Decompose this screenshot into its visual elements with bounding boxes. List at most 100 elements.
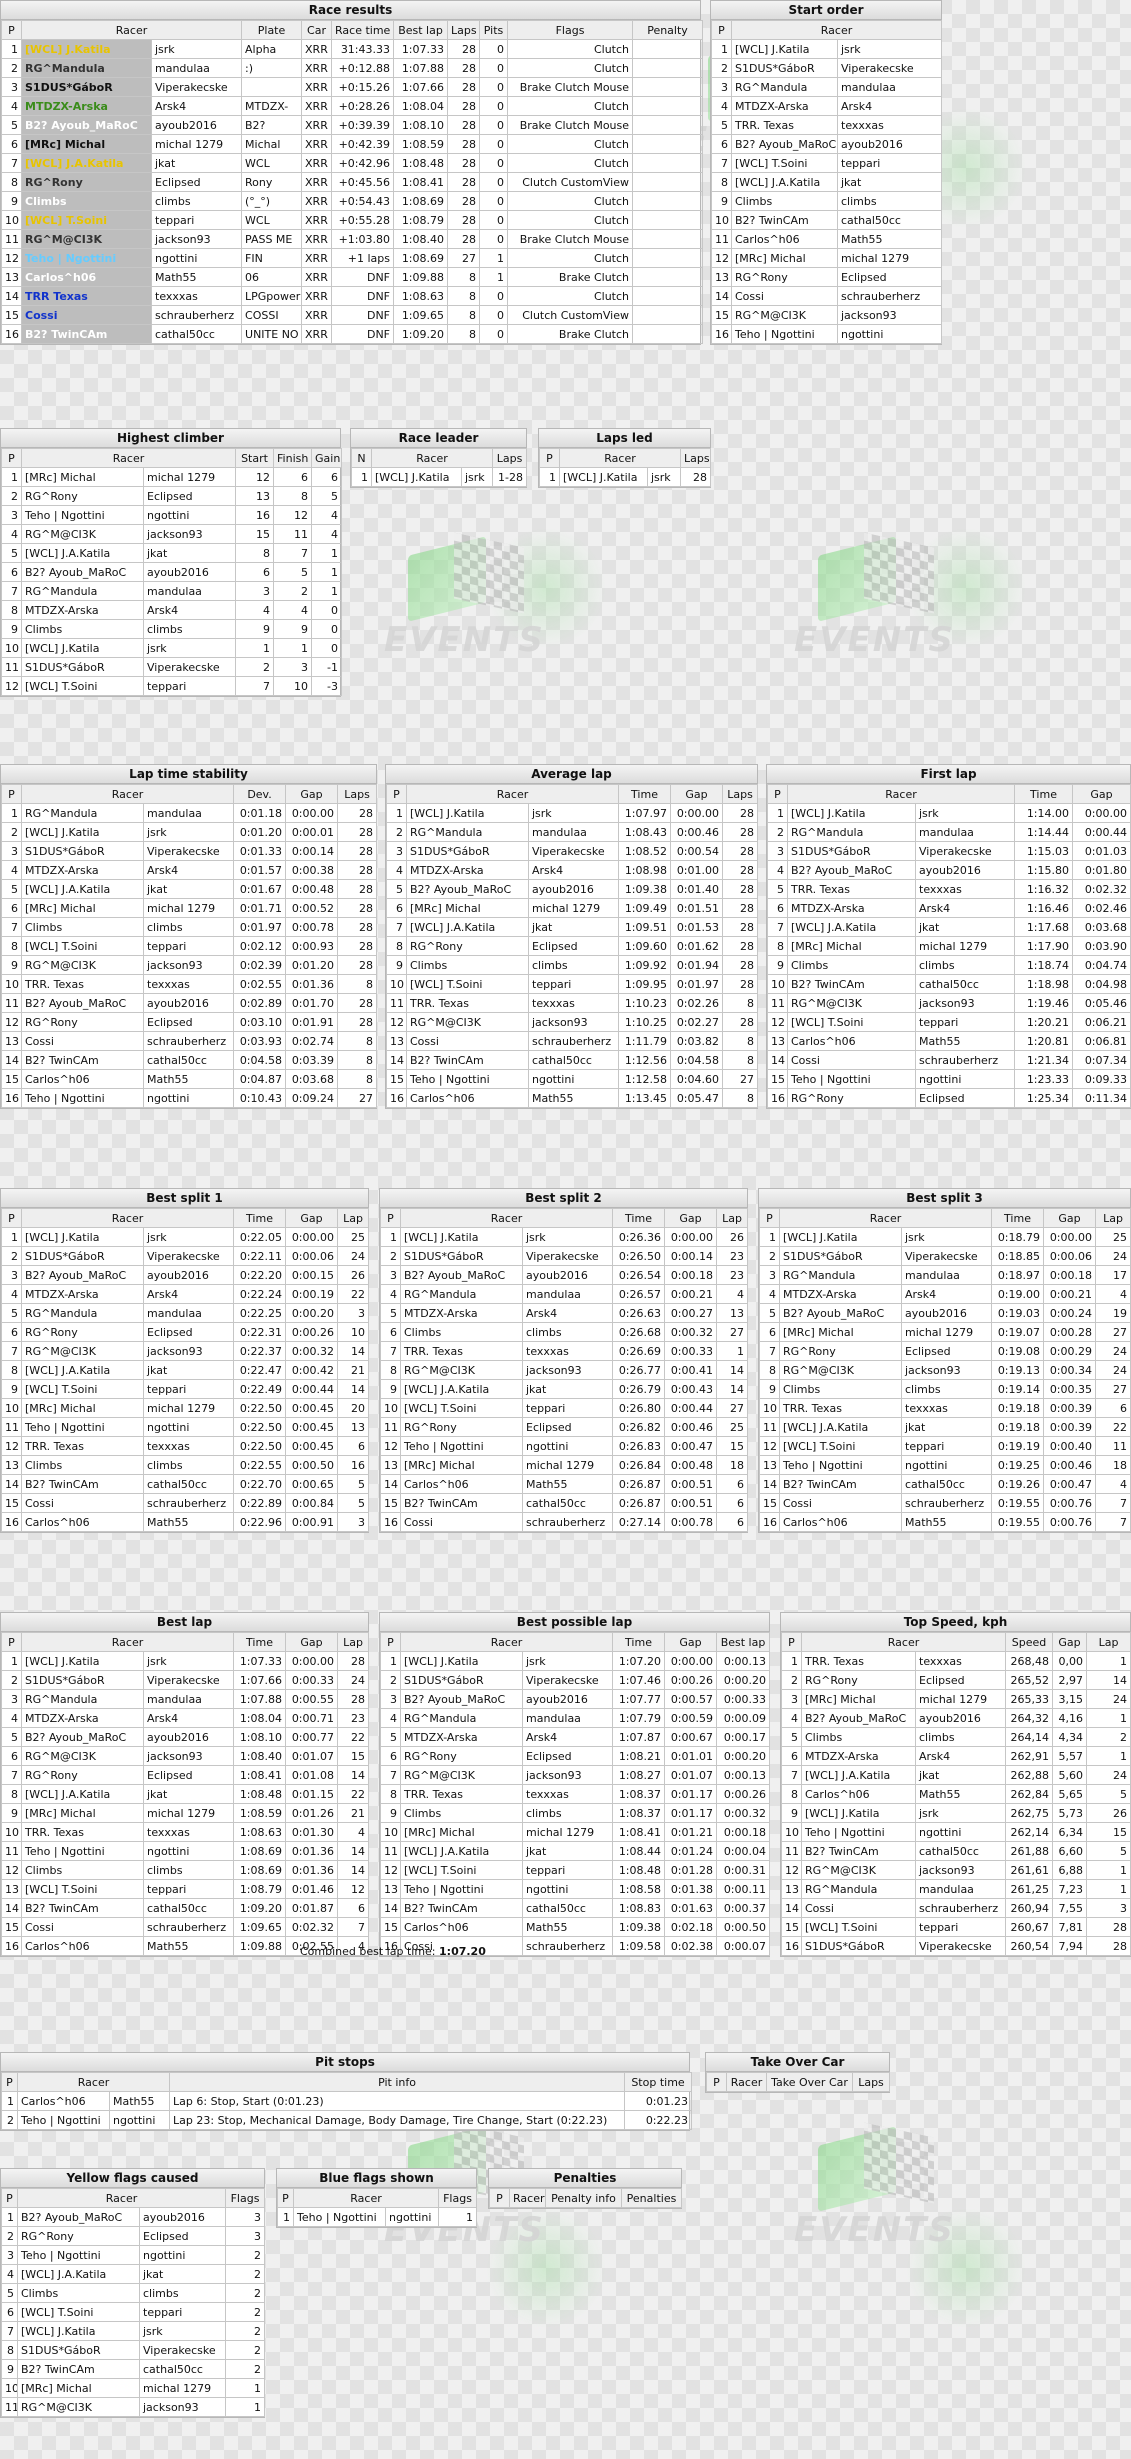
column-header: Gap bbox=[1043, 1208, 1097, 1228]
racer-name: [MRc] Michal bbox=[406, 898, 529, 918]
table-cell: 15 bbox=[1, 1069, 22, 1089]
table-cell: 27 bbox=[1095, 1322, 1131, 1342]
table-cell: michal 1279 bbox=[527, 898, 620, 918]
table-cell: 24 bbox=[1086, 1765, 1131, 1785]
table-cell: texxxas bbox=[521, 1784, 614, 1804]
table-cell: 8 bbox=[337, 1031, 378, 1051]
table-cell: 3 bbox=[711, 77, 732, 97]
table-cell: Viperakecske bbox=[521, 1670, 614, 1690]
column-header: Laps bbox=[722, 784, 759, 804]
table-cell: 0:00.84 bbox=[285, 1493, 339, 1513]
racer-name: Climbs bbox=[21, 1860, 144, 1880]
table-cell: ngottini bbox=[142, 1417, 235, 1437]
table-cell: 10 bbox=[1, 2378, 18, 2398]
table-cell: ayoub2016 bbox=[914, 1708, 1007, 1728]
table-cell: 5 bbox=[1, 1303, 22, 1323]
table-cell: 0:00.21 bbox=[664, 1284, 718, 1304]
table-cell: 0:06.81 bbox=[1072, 1031, 1131, 1051]
table-row: 7 [WCL] J.A.Katila jkat 262,88 5,60 24 bbox=[781, 1765, 1131, 1785]
table-cell: 8 bbox=[386, 936, 407, 956]
racer-name: Climbs bbox=[21, 619, 144, 639]
table-row: 6 RG^Rony Eclipsed 0:22.31 0:00.26 10 bbox=[1, 1322, 370, 1342]
column-header: Racer bbox=[20, 1208, 235, 1228]
table-cell bbox=[632, 58, 704, 78]
table-cell: jkat bbox=[142, 1784, 235, 1804]
racer-name: B2? TwinCAm bbox=[21, 324, 152, 344]
table-row: 11 S1DUS*GáboR Viperakecske 2 3 -1 bbox=[1, 657, 343, 677]
table-cell: 1 bbox=[1086, 1879, 1131, 1899]
table-cell: 0:01.57 bbox=[233, 860, 287, 880]
table-cell: 9 bbox=[1, 955, 22, 975]
table-cell: 1:20.21 bbox=[1014, 1012, 1074, 1032]
table-cell: 9 bbox=[1, 191, 22, 211]
table-cell: 1 bbox=[767, 803, 788, 823]
table-cell: 28 bbox=[680, 467, 712, 487]
table-cell: 2 bbox=[386, 822, 407, 842]
table-cell: 6 bbox=[1, 2302, 18, 2322]
table-cell: jackson93 bbox=[914, 1860, 1007, 1880]
racer-name: B2? Ayoub_MaRoC bbox=[787, 860, 916, 880]
racer-name: B2? Ayoub_MaRoC bbox=[21, 562, 144, 582]
table-cell: 6 bbox=[716, 1493, 749, 1513]
column-header: P bbox=[1, 784, 22, 804]
table-row: 10 Teho | Ngottini ngottini 262,14 6,34 15 bbox=[781, 1822, 1131, 1842]
table-row: 6 [MRc] Michal michal 1279 0:01.71 0:00.52 28 bbox=[1, 898, 378, 918]
racer-name: [WCL] J.Katila bbox=[559, 467, 648, 487]
table-cell: 10 bbox=[273, 676, 313, 696]
table-cell: XRR bbox=[301, 248, 333, 268]
table-cell: 7 bbox=[1, 2321, 18, 2341]
table-cell: 0:00.06 bbox=[1043, 1246, 1097, 1266]
table-cell: 0:00.51 bbox=[664, 1474, 718, 1494]
table-cell: cathal50cc bbox=[527, 1050, 620, 1070]
table-row: 5 MTDZX-Arska Arsk4 1:07.87 0:00.67 0:00.17 bbox=[380, 1727, 771, 1747]
table-cell: 6 bbox=[1, 1746, 22, 1766]
racer-name: Carlos^h06 bbox=[21, 1936, 144, 1956]
table-cell: 14 bbox=[767, 1050, 788, 1070]
table-cell: 0:00.24 bbox=[1043, 1303, 1097, 1323]
table-row: 15 Cossi schrauberherz 0:19.55 0:00.76 7 bbox=[759, 1493, 1131, 1513]
table-cell: 7 bbox=[386, 917, 407, 937]
racer-name: Teho | Ngottini bbox=[21, 1417, 144, 1437]
racer-name: [WCL] J.Katila bbox=[21, 39, 152, 59]
table-row: 1 [MRc] Michal michal 1279 12 6 6 bbox=[1, 467, 343, 487]
racer-name: Carlos^h06 bbox=[787, 1031, 916, 1051]
racer-name: RG^M@CI3K bbox=[17, 2397, 140, 2417]
table-cell: 2 bbox=[225, 2340, 266, 2360]
events-watermark-logo: EVENTS bbox=[790, 2122, 953, 2250]
table-cell: 1:14.44 bbox=[1014, 822, 1074, 842]
table-cell: 0:00.46 bbox=[670, 822, 724, 842]
table-cell: 1:08.40 bbox=[393, 229, 449, 249]
table-cell: jkat bbox=[142, 543, 237, 563]
table-row: 15 Teho | Ngottini ngottini 1:12.58 0:04.60 2… bbox=[386, 1069, 759, 1089]
table-cell bbox=[632, 153, 704, 173]
table-row: 1 [WCL] J.Katila jsrk 0:22.05 0:00.00 25 bbox=[1, 1227, 370, 1247]
table-cell: 15 bbox=[1086, 1822, 1131, 1842]
table-cell: 16 bbox=[380, 1512, 401, 1532]
table-cell: 1:08.63 bbox=[233, 1822, 287, 1842]
racer-name: [WCL] J.Katila bbox=[21, 1651, 144, 1671]
table-cell: 0:26.80 bbox=[612, 1398, 666, 1418]
table-cell: 31:43.33 bbox=[331, 39, 395, 59]
table-cell: 15 bbox=[1, 1917, 22, 1937]
racer-name: Cossi bbox=[21, 1917, 144, 1937]
table-cell: 8 bbox=[235, 543, 275, 563]
table-cell: 14 bbox=[716, 1360, 749, 1380]
table-cell: 24 bbox=[1095, 1341, 1131, 1361]
table-cell: ngottini bbox=[521, 1879, 614, 1899]
table-cell: 2 bbox=[235, 657, 275, 677]
table-cell: Math55 bbox=[521, 1917, 614, 1937]
racer-name: RG^Mandula bbox=[21, 1689, 144, 1709]
table-cell: 4 bbox=[1, 2264, 18, 2284]
table-cell: 1:07.79 bbox=[612, 1708, 666, 1728]
table-row: 6 B2? Ayoub_MaRoC ayoub2016 bbox=[711, 134, 943, 154]
table-cell: 2 bbox=[1, 2110, 18, 2130]
table-cell: XRR bbox=[301, 286, 333, 306]
racer-name: Teho | Ngottini bbox=[731, 324, 838, 344]
table-cell: 0 bbox=[479, 210, 509, 230]
table-cell: Clutch bbox=[507, 134, 634, 154]
table-cell: 28 bbox=[337, 898, 378, 918]
column-header: Penalties bbox=[621, 2188, 682, 2208]
table-cell: 4 bbox=[1, 524, 22, 544]
column-header: Laps bbox=[337, 784, 378, 804]
table-cell: 0:01.94 bbox=[670, 955, 724, 975]
